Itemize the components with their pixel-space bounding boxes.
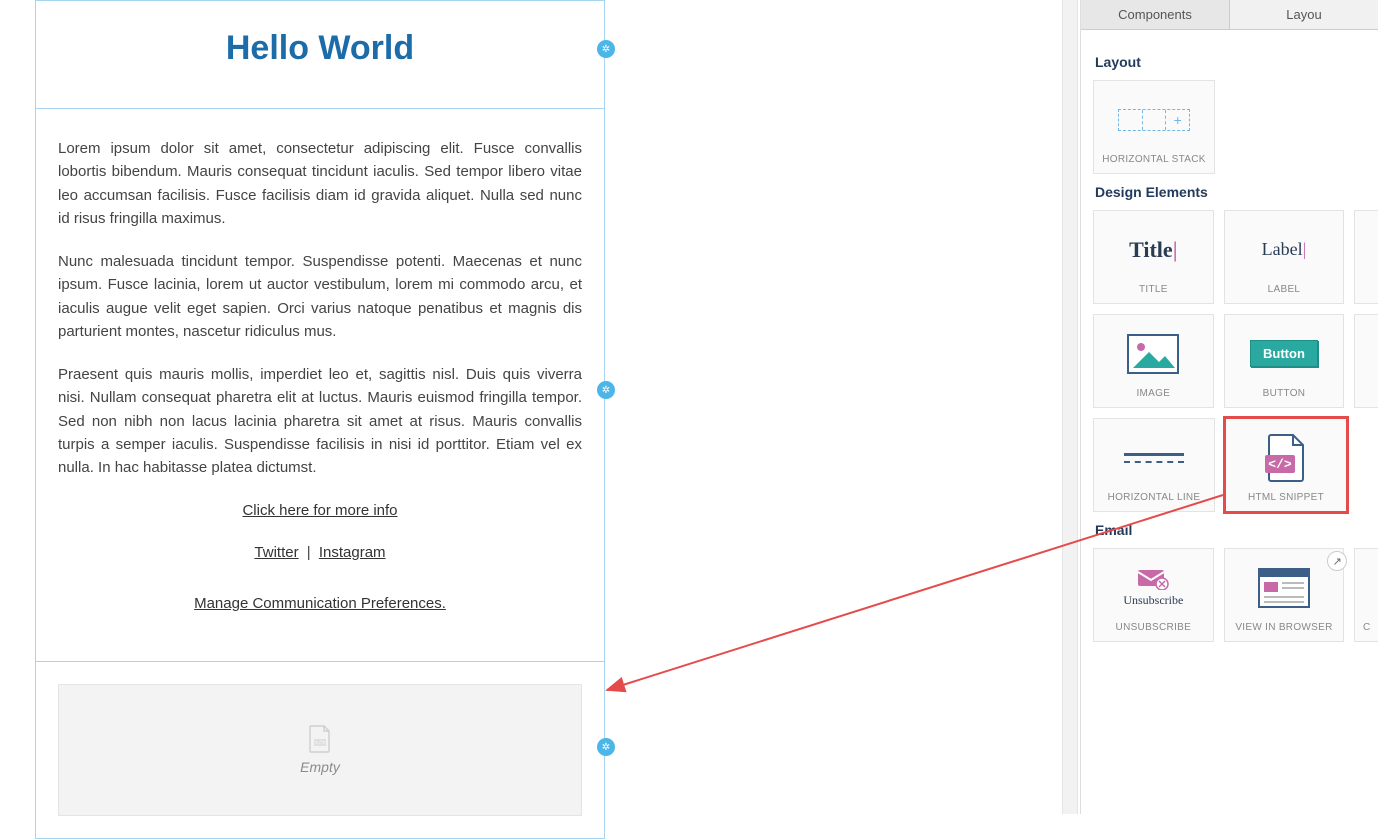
block-settings-gear-1[interactable]: ✲ xyxy=(597,40,615,58)
external-link-icon: ↗ xyxy=(1327,551,1347,571)
html-snippet-dropzone[interactable]: </> Empty xyxy=(35,662,605,839)
title-block[interactable]: Hello World xyxy=(35,0,605,109)
gear-icon: ✲ xyxy=(602,742,610,753)
block-settings-gear-2[interactable]: ✲ xyxy=(597,381,615,399)
link-separator: | xyxy=(303,544,315,561)
card-caption: VIEW IN BROWSER xyxy=(1235,622,1332,633)
canvas-area: Hello World Lorem ipsum dolor sit amet, … xyxy=(35,0,605,839)
card-caption: HORIZONTAL LINE xyxy=(1108,492,1201,503)
html-snippet-icon: </> xyxy=(1263,433,1309,483)
components-panel: Components Layou Layout + HORIZONTAL STA… xyxy=(1080,0,1378,814)
section-head-layout: Layout xyxy=(1095,54,1378,70)
svg-text:</>: </> xyxy=(315,740,326,747)
text-block[interactable]: Lorem ipsum dolor sit amet, consectetur … xyxy=(35,109,605,662)
card-html-snippet[interactable]: </> HTML SNIPPET xyxy=(1225,418,1347,512)
twitter-link[interactable]: Twitter xyxy=(254,544,298,561)
card-partial-cutoff-3[interactable]: C xyxy=(1354,548,1378,642)
card-caption: LABEL xyxy=(1268,284,1301,295)
horizontal-line-icon xyxy=(1124,453,1184,463)
section-head-email: Email xyxy=(1095,522,1378,538)
card-label[interactable]: Label| LABEL xyxy=(1224,210,1345,304)
empty-snippet-placeholder[interactable]: </> Empty xyxy=(58,684,582,816)
empty-label: Empty xyxy=(300,759,340,775)
tab-layout[interactable]: Layou xyxy=(1230,0,1378,29)
card-partial-cutoff-1[interactable] xyxy=(1354,210,1378,304)
paragraph-1: Lorem ipsum dolor sit amet, consectetur … xyxy=(58,137,582,230)
panel-body: Layout + HORIZONTAL STACK Design Element… xyxy=(1081,30,1378,666)
panel-tabbar: Components Layou xyxy=(1081,0,1378,30)
block-settings-gear-3[interactable]: ✲ xyxy=(597,738,615,756)
more-info-link[interactable]: Click here for more info xyxy=(242,502,397,519)
card-button[interactable]: Button BUTTON xyxy=(1224,314,1345,408)
paragraph-3: Praesent quis mauris mollis, imperdiet l… xyxy=(58,363,582,479)
unsubscribe-icon: Unsubscribe xyxy=(1123,568,1183,608)
instagram-link[interactable]: Instagram xyxy=(319,544,386,561)
title-thumb-icon: Title| xyxy=(1129,237,1177,263)
svg-text:</>: </> xyxy=(1268,457,1292,472)
label-thumb-icon: Label| xyxy=(1262,239,1307,260)
button-thumb-icon: Button xyxy=(1250,340,1318,367)
image-icon xyxy=(1127,334,1179,374)
manage-preferences-link[interactable]: Manage Communication Preferences. xyxy=(194,595,446,612)
gear-icon: ✲ xyxy=(602,385,610,396)
file-code-icon: </> xyxy=(308,725,332,753)
card-image[interactable]: IMAGE xyxy=(1093,314,1214,408)
card-horizontal-line[interactable]: HORIZONTAL LINE xyxy=(1093,418,1215,512)
card-title[interactable]: Title| TITLE xyxy=(1093,210,1214,304)
horizontal-stack-icon: + xyxy=(1118,109,1190,131)
card-caption: UNSUBSCRIBE xyxy=(1116,622,1192,633)
page-title: Hello World xyxy=(56,29,584,68)
card-caption: HTML SNIPPET xyxy=(1248,492,1324,503)
card-caption: TITLE xyxy=(1139,284,1168,295)
gear-icon: ✲ xyxy=(602,44,610,55)
scrollbar-track[interactable] xyxy=(1062,0,1078,814)
card-caption: BUTTON xyxy=(1263,388,1306,399)
browser-window-icon xyxy=(1258,568,1310,608)
section-head-design: Design Elements xyxy=(1095,184,1378,200)
card-horizontal-stack[interactable]: + HORIZONTAL STACK xyxy=(1093,80,1215,174)
card-caption: HORIZONTAL STACK xyxy=(1102,154,1206,165)
card-partial-cutoff-2[interactable] xyxy=(1354,314,1378,408)
card-unsubscribe[interactable]: Unsubscribe UNSUBSCRIBE xyxy=(1093,548,1214,642)
card-caption: IMAGE xyxy=(1136,388,1170,399)
paragraph-2: Nunc malesuada tincidunt tempor. Suspend… xyxy=(58,250,582,343)
card-view-in-browser[interactable]: ↗ VIEW IN BROWSER xyxy=(1224,548,1345,642)
tab-components[interactable]: Components xyxy=(1081,0,1230,29)
card-caption-partial: C xyxy=(1363,622,1370,633)
